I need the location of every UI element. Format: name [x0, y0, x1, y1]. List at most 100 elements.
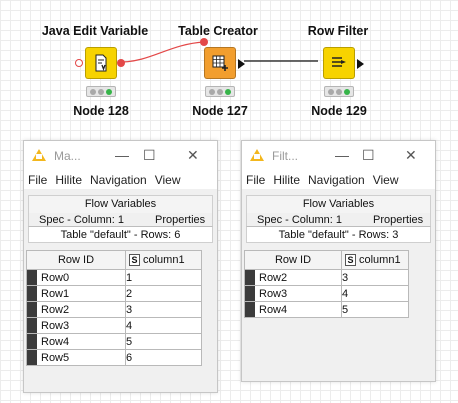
window-title: Filt...	[272, 149, 298, 163]
window-title: Ma...	[54, 149, 81, 163]
table-row[interactable]: Row0 1	[26, 269, 202, 286]
data-output-port[interactable]	[238, 59, 245, 69]
cell-value[interactable]: 3	[125, 301, 202, 318]
tab-flow-variables[interactable]: Flow Variables	[28, 195, 213, 213]
node-status-lights	[86, 86, 116, 97]
node-title: Table Creator	[178, 24, 258, 38]
window-content: Flow Variables Spec - Column: 1 Properti…	[28, 195, 213, 243]
minimize-button[interactable]: —	[115, 146, 129, 164]
cell-value[interactable]: 4	[341, 285, 409, 302]
table-row[interactable]: Row3 4	[26, 317, 202, 334]
window-titlebar[interactable]: Filt... — ☐ ✕	[242, 141, 435, 171]
menu-view[interactable]: View	[155, 173, 181, 187]
menu-navigation[interactable]: Navigation	[90, 173, 147, 187]
flow-variable-input-port[interactable]	[200, 38, 208, 46]
cell-value[interactable]: 3	[341, 269, 409, 286]
row-marker	[27, 270, 37, 285]
row-marker	[27, 334, 37, 349]
row-id: Row3	[259, 287, 288, 300]
menu-file[interactable]: File	[28, 173, 47, 187]
status-light-red	[209, 88, 215, 95]
row-id: Row2	[41, 303, 70, 316]
close-button[interactable]: ✕	[405, 146, 417, 164]
row-marker	[27, 318, 37, 333]
table-creator-icon[interactable]	[204, 47, 236, 79]
tab-row: Spec - Column: 1 Properties	[28, 213, 213, 226]
row-id: Row4	[41, 335, 70, 348]
status-light-yellow	[98, 88, 104, 95]
row-id: Row4	[259, 303, 288, 316]
cell-value[interactable]: 1	[125, 269, 202, 286]
menu-hilite[interactable]: Hilite	[273, 173, 300, 187]
knime-logo-icon	[250, 149, 264, 161]
header-row-id[interactable]: Row ID	[244, 250, 342, 270]
status-light-green	[344, 88, 350, 95]
table-row[interactable]: Row1 2	[26, 285, 202, 302]
row-filter-icon[interactable]	[323, 47, 355, 79]
table-header-row: Row ID Scolumn1	[26, 250, 202, 270]
node-label[interactable]: Node 129	[284, 104, 394, 118]
table-view-window[interactable]: Ma... — ☐ ✕ File Hilite Navigation View …	[23, 140, 218, 393]
status-light-yellow	[217, 88, 223, 95]
menu-bar: File Hilite Navigation View	[242, 171, 435, 189]
menu-hilite[interactable]: Hilite	[55, 173, 82, 187]
row-marker	[245, 302, 255, 317]
table-rows-info: Table "default" - Rows: 3	[246, 226, 431, 243]
menu-view[interactable]: View	[373, 173, 399, 187]
table-rows-info: Table "default" - Rows: 6	[28, 226, 213, 243]
tab-properties[interactable]: Properties	[155, 214, 205, 226]
menu-bar: File Hilite Navigation View	[24, 171, 217, 189]
header-column1[interactable]: Scolumn1	[341, 250, 409, 270]
header-column1[interactable]: Scolumn1	[125, 250, 202, 270]
node-title: Java Edit Variable	[41, 24, 149, 38]
status-light-yellow	[336, 88, 342, 95]
flow-variable-output-port[interactable]	[117, 59, 125, 67]
knime-logo-icon	[32, 149, 46, 161]
table-row[interactable]: Row2 3	[244, 269, 409, 286]
cell-value[interactable]: 4	[125, 317, 202, 334]
node-status-lights	[205, 86, 235, 97]
row-marker	[27, 350, 37, 365]
window-titlebar[interactable]: Ma... — ☐ ✕	[24, 141, 217, 171]
java-edit-variable-icon[interactable]	[85, 47, 117, 79]
string-type-icon: S	[129, 254, 140, 266]
cell-value[interactable]: 5	[125, 333, 202, 350]
node-label[interactable]: Node 127	[165, 104, 275, 118]
status-light-red	[328, 88, 334, 95]
menu-file[interactable]: File	[246, 173, 265, 187]
tab-spec[interactable]: Spec - Column: 1	[39, 214, 124, 226]
node-row-filter[interactable]: Row Filter Node 129	[283, 24, 393, 118]
cell-value[interactable]: 5	[341, 301, 409, 318]
row-id: Row2	[259, 271, 288, 284]
row-marker	[245, 286, 255, 301]
data-table[interactable]: Row ID Scolumn1 Row0 1 Row1 2 Row2 3 Row…	[26, 250, 202, 366]
cell-value[interactable]: 6	[125, 349, 202, 366]
node-java-edit-variable[interactable]: Java Edit Variable Node 128	[40, 24, 150, 118]
column-name: column1	[359, 254, 401, 266]
table-row[interactable]: Row2 3	[26, 301, 202, 318]
node-table-creator[interactable]: Table Creator Node 127	[163, 24, 273, 118]
flow-variable-connection[interactable]	[120, 41, 205, 63]
tab-properties[interactable]: Properties	[373, 214, 423, 226]
close-button[interactable]: ✕	[187, 146, 199, 164]
maximize-button[interactable]: ☐	[362, 146, 375, 164]
row-marker	[245, 270, 255, 285]
maximize-button[interactable]: ☐	[143, 146, 156, 164]
cell-value[interactable]: 2	[125, 285, 202, 302]
row-id: Row1	[41, 287, 70, 300]
node-label[interactable]: Node 128	[46, 104, 156, 118]
data-output-port[interactable]	[357, 59, 364, 69]
tab-spec[interactable]: Spec - Column: 1	[257, 214, 342, 226]
table-row[interactable]: Row4 5	[244, 301, 409, 318]
table-row[interactable]: Row3 4	[244, 285, 409, 302]
table-row[interactable]: Row4 5	[26, 333, 202, 350]
tab-flow-variables[interactable]: Flow Variables	[246, 195, 431, 213]
node-title: Row Filter	[307, 24, 369, 38]
data-table[interactable]: Row ID Scolumn1 Row2 3 Row3 4 Row4 5	[244, 250, 409, 318]
table-row[interactable]: Row5 6	[26, 349, 202, 366]
flow-variable-input-port[interactable]	[75, 59, 83, 67]
minimize-button[interactable]: —	[335, 146, 349, 164]
header-row-id[interactable]: Row ID	[26, 250, 126, 270]
table-view-window[interactable]: Filt... — ☐ ✕ File Hilite Navigation Vie…	[241, 140, 436, 382]
menu-navigation[interactable]: Navigation	[308, 173, 365, 187]
